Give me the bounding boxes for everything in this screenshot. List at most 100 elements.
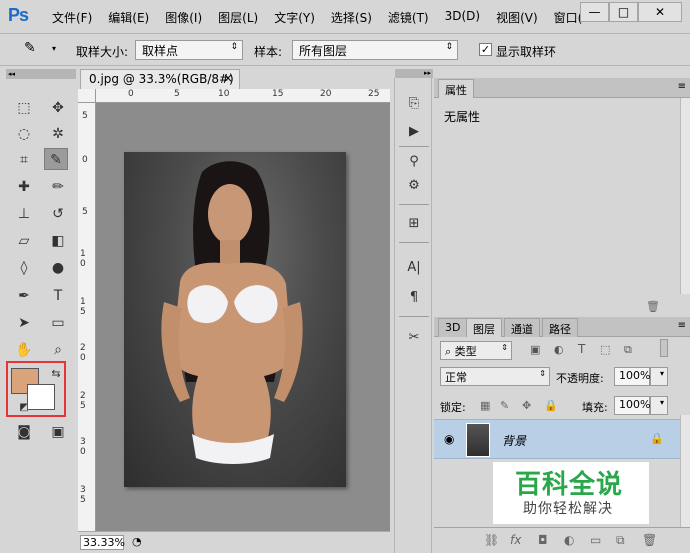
menu-3d[interactable]: 3D(D) [445,9,480,26]
rectangle-tool-icon[interactable]: ▭ [46,312,70,334]
healing-brush-icon[interactable]: ✚ [12,176,36,198]
ruler-top-label: 20 [320,89,332,99]
zoom-level-field[interactable]: 33.33% [80,535,125,550]
eraser-tool-icon[interactable]: ▱ [12,230,36,252]
sample-size-select[interactable]: 取样点 ⇕ [135,40,243,60]
tab-properties[interactable]: 属性 [438,79,474,98]
layer-style-icon[interactable]: fx [510,533,521,547]
link-layers-icon[interactable]: ⛓ [484,533,499,547]
move-tool-icon[interactable]: ✥ [46,97,70,119]
visibility-eye-icon[interactable]: ◉ [444,432,454,446]
history-brush-icon[interactable]: ↺ [46,203,70,225]
gradient-tool-icon[interactable]: ◧ [46,230,70,252]
lasso-tool-icon[interactable]: ◌ [12,123,36,145]
lock-label: 锁定: [440,401,466,414]
status-info-icon[interactable]: ◔ [132,535,142,548]
ruler-left-label: 5 [82,111,88,121]
character-icon[interactable]: A| [403,258,425,278]
lock-all-icon[interactable]: 🔒 [544,399,558,412]
new-adjustment-icon[interactable]: ◐ [564,533,574,547]
tool-preset-chevron-icon[interactable]: ▾ [52,44,56,53]
magic-wand-icon[interactable]: ✲ [46,123,70,145]
layers-scrollbar[interactable] [680,415,690,527]
eyedropper-tool-icon[interactable]: ✎ [44,148,68,170]
tools-panel-collapse[interactable]: ◂◂ [6,69,76,79]
sample-select[interactable]: 所有图层 ⇕ [292,40,458,60]
highlight-box [6,361,66,417]
ruler-left-label: 3 0 [80,437,86,457]
layer-filter-select[interactable]: ⌕ 类型 ⇕ [440,341,512,360]
sample-size-value: 取样点 [142,44,179,58]
new-group-icon[interactable]: ▭ [590,533,601,547]
tab-3d[interactable]: 3D [438,318,468,337]
paragraph-icon[interactable]: ¶ [403,288,425,308]
opacity-dropdown[interactable]: ▾ [650,367,668,386]
adjustment-filter-icon[interactable]: ◐ [554,343,564,356]
menu-type[interactable]: 文字(Y) [274,9,315,26]
panel-menu-icon[interactable]: ≡ [678,81,686,92]
lock-pixels-icon[interactable]: ✎ [500,399,509,412]
layer-name[interactable]: 背景 [502,432,526,449]
clone-stamp-icon[interactable]: ⊥ [12,203,36,225]
type-tool-icon[interactable]: T [46,285,70,307]
add-mask-icon[interactable]: ◘ [538,533,548,547]
close-button[interactable]: ✕ [638,2,682,22]
brush-tool-icon[interactable]: ✏ [46,176,70,198]
zoom-tool-icon[interactable]: ⌕ [46,339,70,361]
show-ring-checkbox[interactable]: ✓ [479,43,492,56]
adjustments-icon[interactable]: ⚙ [403,176,425,196]
crop-tool-icon[interactable]: ⌗ [12,149,36,171]
menu-layer[interactable]: 图层(L) [218,9,258,26]
path-selection-icon[interactable]: ➤ [12,312,36,334]
type-filter-icon[interactable]: T [578,342,585,356]
photoshop-logo: Ps [8,5,29,25]
menu-filter[interactable]: 滤镜(T) [388,9,429,26]
layers-menu-icon[interactable]: ≡ [678,320,686,331]
tab-layers[interactable]: 图层 [466,318,502,337]
trash-icon[interactable]: 🗑 [646,300,660,313]
menu-file[interactable]: 文件(F) [52,9,92,26]
fill-dropdown[interactable]: ▾ [650,396,668,415]
history-icon[interactable]: ⎘ [403,94,425,114]
tab-paths[interactable]: 路径 [542,318,578,337]
pixel-filter-icon[interactable]: ▣ [530,343,540,356]
dock-collapse[interactable]: ▸▸ [395,69,433,78]
menu-select[interactable]: 选择(S) [331,9,372,26]
fill-input[interactable]: 100% [614,396,650,415]
document-tab[interactable]: 0.jpg @ 33.3%(RGB/8#) × [80,69,240,89]
tab-channels[interactable]: 通道 [504,318,540,337]
clone-source-icon[interactable]: ⊞ [403,214,425,234]
minimize-button[interactable]: — [580,2,609,22]
watermark: 百科全说 助你轻松解决 [493,462,649,524]
menu-edit[interactable]: 编辑(E) [108,9,149,26]
tools-icon[interactable]: ✂ [403,328,425,348]
brush-presets-icon[interactable]: ⚲ [403,152,425,172]
opacity-input[interactable]: 100% [614,367,650,386]
screen-mode-icon[interactable]: ▣ [46,421,70,443]
delete-layer-icon[interactable]: 🗑 [642,533,657,547]
menu-image[interactable]: 图像(I) [165,9,202,26]
sample-arrows-icon: ⇕ [445,42,453,52]
lock-position-icon[interactable]: ✥ [522,399,531,412]
quick-mask-icon[interactable]: ◙ [12,421,36,443]
shape-filter-icon[interactable]: ⬚ [600,343,610,356]
eyedropper-icon[interactable]: ✎ [24,40,36,56]
properties-scrollbar[interactable] [680,98,690,294]
lock-transparent-icon[interactable]: ▦ [480,399,490,412]
smart-object-filter-icon[interactable]: ⧉ [624,343,632,357]
marquee-tool-icon[interactable]: ⬚ [12,97,36,119]
maximize-button[interactable]: □ [609,2,638,22]
menu-view[interactable]: 视图(V) [496,9,538,26]
actions-icon[interactable]: ▶ [403,122,425,142]
blur-tool-icon[interactable]: ◊ [12,257,36,279]
close-tab-icon[interactable]: × [223,71,233,85]
document-photo[interactable] [124,152,346,487]
ruler-top-label: 5 [174,89,180,99]
filter-toggle[interactable] [660,339,668,357]
new-layer-icon[interactable]: ⧉ [616,533,625,548]
layer-row-background[interactable]: ◉ 背景 🔒 [434,419,680,459]
pen-tool-icon[interactable]: ✒ [12,285,36,307]
hand-tool-icon[interactable]: ✋ [12,339,36,361]
dodge-tool-icon[interactable]: ● [46,257,70,279]
blend-mode-select[interactable]: 正常 ⇕ [440,367,550,386]
